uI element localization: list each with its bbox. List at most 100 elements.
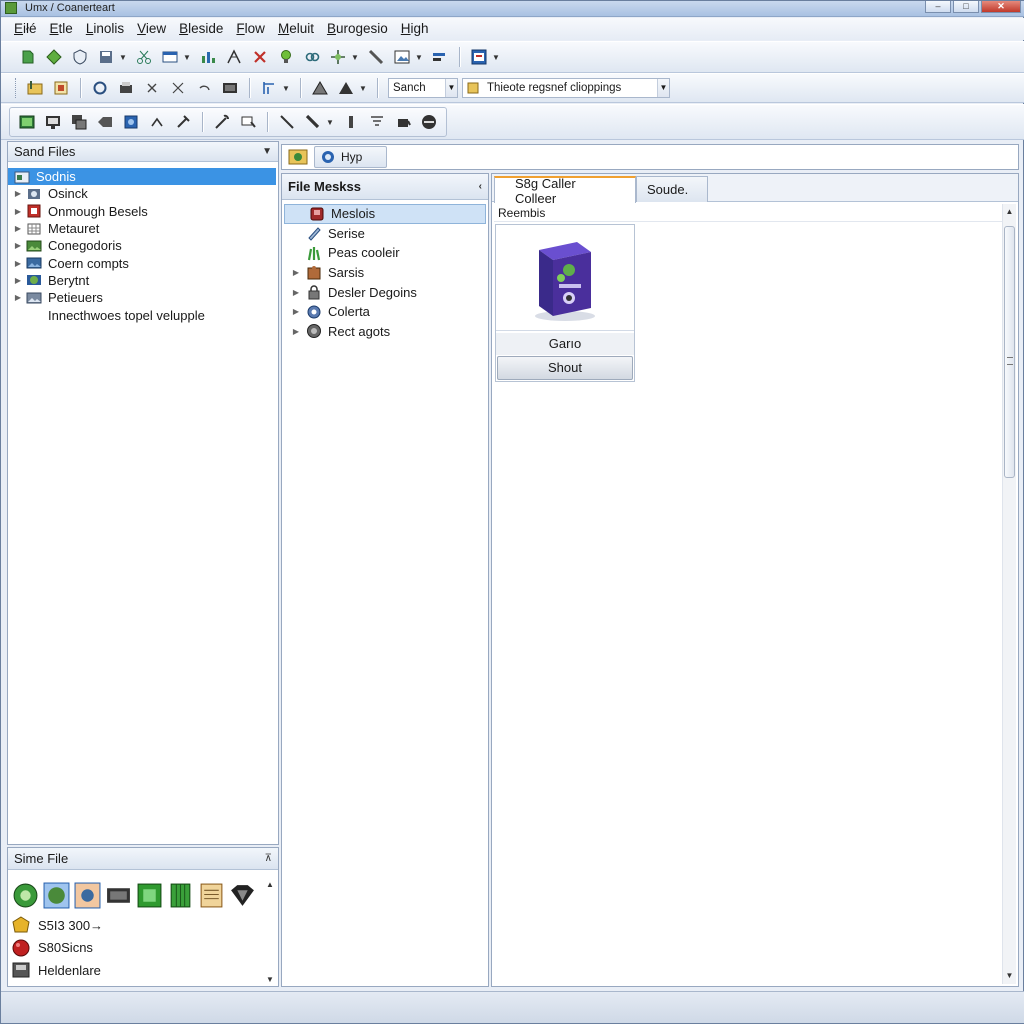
copy-icon[interactable]	[68, 111, 90, 133]
brush-icon[interactable]	[340, 111, 362, 133]
tree-item[interactable]: ▶ Coern compts	[8, 254, 278, 271]
expand-icon[interactable]: ▶	[12, 259, 24, 268]
home-icon[interactable]	[288, 148, 308, 166]
menu-item-view[interactable]: View	[134, 19, 176, 39]
list-item[interactable]: S80Sicns	[8, 937, 278, 960]
list-item[interactable]: ▶ Rect agots	[282, 322, 488, 342]
filter-combo[interactable]: Thieote regsnef clioppings ▼	[462, 78, 670, 98]
caret-icon[interactable]	[146, 111, 168, 133]
image-icon[interactable]	[391, 46, 413, 68]
scissors-icon[interactable]	[133, 46, 155, 68]
ruler-icon[interactable]	[258, 77, 280, 99]
chevron-down-icon[interactable]: ▼	[657, 79, 669, 97]
diamond-icon[interactable]	[229, 882, 256, 909]
pen-tool-icon[interactable]	[302, 111, 324, 133]
scroll-down-icon[interactable]: ▼	[1003, 968, 1016, 984]
search-combo[interactable]: Sanch ▼	[388, 78, 458, 98]
menu-item-bleside[interactable]: Bleside	[176, 19, 233, 39]
triangle-icon[interactable]	[309, 77, 331, 99]
compass-icon[interactable]	[223, 46, 245, 68]
crosshair-icon[interactable]	[327, 46, 349, 68]
clipboard-icon[interactable]	[237, 111, 259, 133]
vertical-scrollbar[interactable]: ▲ ▼	[1002, 204, 1016, 984]
hammer-icon[interactable]	[172, 111, 194, 133]
image-dropdown-icon[interactable]: ▼	[415, 46, 423, 68]
close-button[interactable]: ✕	[981, 1, 1021, 13]
pencil-icon[interactable]	[365, 46, 387, 68]
tools-icon[interactable]	[167, 77, 189, 99]
tree-item[interactable]: ▶ Conegodoris	[8, 237, 278, 254]
menu-item-file[interactable]: Eiłé	[11, 19, 47, 39]
expand-icon[interactable]: ▶	[290, 327, 302, 336]
list-item[interactable]: ▶ Desler Degoins	[282, 282, 488, 302]
terminal-icon[interactable]	[16, 111, 38, 133]
maximize-button[interactable]: □	[953, 1, 979, 13]
expand-icon[interactable]: ▶	[12, 276, 24, 285]
line-tool-icon[interactable]	[276, 111, 298, 133]
chevron-down-icon[interactable]: ▼	[262, 146, 272, 157]
green-circle-icon[interactable]	[12, 882, 39, 909]
pin-icon[interactable]: ⊼	[265, 853, 272, 864]
crosshair-dropdown-icon[interactable]: ▼	[351, 46, 359, 68]
window-icon[interactable]	[159, 46, 181, 68]
tree-item[interactable]: ▶ Osinck	[8, 185, 278, 202]
circle-icon[interactable]	[89, 77, 111, 99]
warning-dropdown-icon[interactable]: ▼	[359, 77, 367, 99]
display-icon[interactable]	[219, 77, 241, 99]
sound-icon[interactable]	[74, 882, 101, 909]
list-item[interactable]: ▶ Colerta	[282, 302, 488, 322]
item-card[interactable]: Garıo Shout	[495, 224, 635, 382]
bucket-icon[interactable]	[392, 111, 414, 133]
chart-icon[interactable]	[197, 46, 219, 68]
green-crate-icon[interactable]	[167, 882, 194, 909]
expand-icon[interactable]: ▶	[290, 268, 302, 277]
menu-item-edit[interactable]: Etle	[47, 19, 83, 39]
list-item[interactable]: Peas cooleir	[282, 243, 488, 263]
expand-icon[interactable]: ▶	[290, 307, 302, 316]
green-box-icon[interactable]	[136, 882, 163, 909]
toolbar-grip[interactable]	[15, 78, 18, 98]
link-icon[interactable]	[301, 46, 323, 68]
breadcrumb[interactable]: Hyp	[314, 146, 388, 168]
expand-icon[interactable]: ▶	[290, 288, 302, 297]
list-item[interactable]: Heldenlare	[8, 959, 278, 982]
bulb-icon[interactable]	[275, 46, 297, 68]
expand-icon[interactable]: ▶	[12, 207, 24, 216]
scroll-up-icon[interactable]: ▲	[266, 880, 274, 889]
scroll-down-icon[interactable]: ▼	[266, 975, 274, 984]
tag-icon[interactable]	[94, 111, 116, 133]
ruler-dropdown-icon[interactable]: ▼	[282, 77, 290, 99]
tree-item[interactable]: ▶ Berytnt	[8, 272, 278, 289]
item-thumbnail[interactable]	[496, 225, 634, 331]
scroll-thumb[interactable]	[1004, 226, 1015, 478]
globe-icon[interactable]	[43, 882, 70, 909]
menu-item-burogesio[interactable]: Burogesio	[324, 19, 398, 39]
network-icon[interactable]	[120, 111, 142, 133]
wrench-icon[interactable]	[211, 111, 233, 133]
minimize-button[interactable]: –	[925, 1, 951, 13]
expand-icon[interactable]: ▶	[12, 224, 24, 233]
list-item[interactable]: Meslois	[284, 204, 486, 224]
shout-button[interactable]: Shout	[497, 356, 633, 380]
folder-up-icon[interactable]	[24, 77, 46, 99]
tree-item[interactable]: ▶ Onmough Besels	[8, 203, 278, 220]
notepad-icon[interactable]	[198, 882, 225, 909]
expand-icon[interactable]: ▶	[12, 241, 24, 250]
align-icon[interactable]	[429, 46, 451, 68]
tree-footer-item[interactable]: Innecthwoes topel velupple	[8, 306, 278, 323]
window-dropdown-icon[interactable]: ▼	[183, 46, 191, 68]
filter-tool-icon[interactable]	[366, 111, 388, 133]
gauge-icon[interactable]	[418, 111, 440, 133]
list-item[interactable]: ▶ Sarsis	[282, 263, 488, 283]
menu-item-meluit[interactable]: Meluit	[275, 19, 324, 39]
new-icon[interactable]	[17, 46, 39, 68]
pen-dropdown-icon[interactable]: ▼	[326, 111, 334, 133]
list-item[interactable]: Serise	[282, 224, 488, 244]
tab-soude[interactable]: Soude.	[636, 176, 708, 202]
expand-icon[interactable]: ▶	[12, 293, 24, 302]
printer-icon[interactable]	[115, 77, 137, 99]
menu-item-linolis[interactable]: Linolis	[83, 19, 134, 39]
collapse-icon[interactable]: ‹	[479, 181, 482, 192]
save-dropdown-icon[interactable]: ▼	[119, 46, 127, 68]
scroll-up-icon[interactable]: ▲	[1003, 204, 1016, 220]
